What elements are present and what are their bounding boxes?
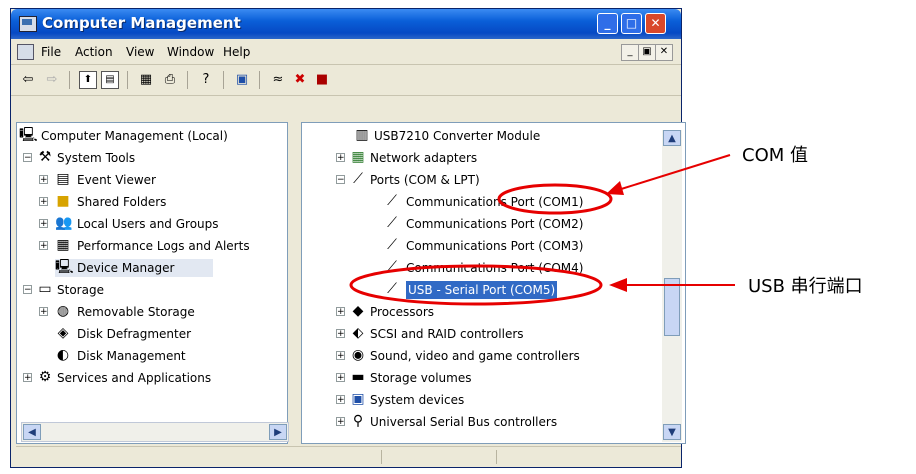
com-value-highlight (497, 183, 613, 215)
com-value-annotation: COM 值 (742, 145, 808, 166)
annotation-overlay (349, 154, 735, 306)
com-value-arrow-line (617, 154, 731, 191)
usb-serial-port-annotation: USB 串行端口 (748, 276, 863, 297)
com-value-arrowhead (606, 181, 624, 195)
usb-serial-arrowhead (609, 278, 627, 292)
usb-serial-port-highlight (349, 264, 603, 306)
